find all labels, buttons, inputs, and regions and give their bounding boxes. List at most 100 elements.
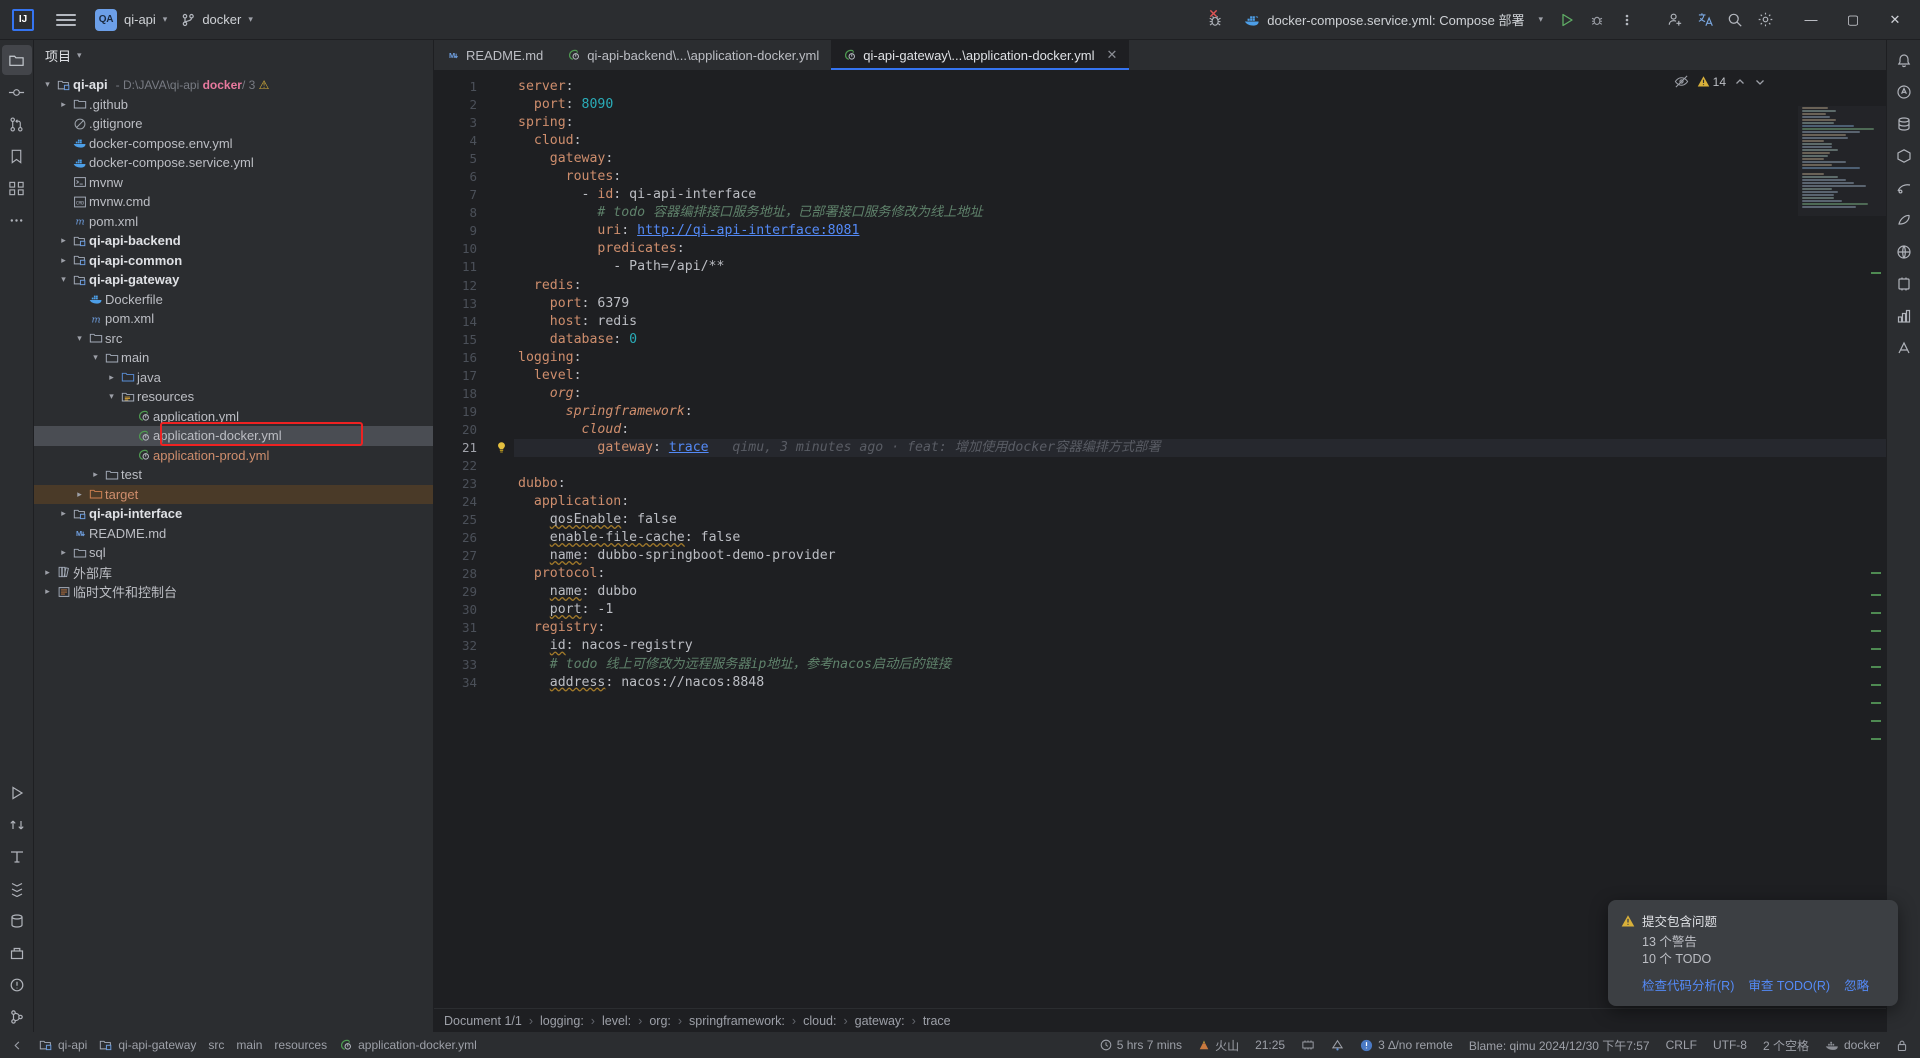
code-line[interactable]: dubbo: (514, 475, 1886, 493)
plugins-icon[interactable] (1889, 269, 1919, 299)
debug-error-icon[interactable] (1205, 5, 1235, 35)
code-line[interactable]: id: nacos-registry (514, 637, 1886, 655)
tree-node-java[interactable]: ▸ java (34, 368, 433, 388)
code-line[interactable]: cloud: (514, 421, 1886, 439)
line-separator[interactable]: CRLF (1660, 1034, 1703, 1056)
tree-node-src[interactable]: ▾ src (34, 329, 433, 349)
tree-node-[interactable]: ▸ 临时文件和控制台 (34, 582, 433, 602)
tree-node-sql[interactable]: ▸ sql (34, 543, 433, 563)
tree-node-mvnw[interactable]: ▸mvnw (34, 173, 433, 193)
run-icon[interactable] (1552, 5, 1582, 35)
more-tools-icon[interactable] (2, 205, 32, 235)
git-icon[interactable] (2, 1002, 32, 1032)
database-icon[interactable] (1889, 109, 1919, 139)
code-line[interactable]: gateway: trace qimu, 3 minutes ago · fea… (514, 438, 1886, 457)
tree-node-pom.xml[interactable]: ▸mpom.xml (34, 212, 433, 232)
inspection-eye-off-icon[interactable] (1674, 74, 1689, 89)
code-line[interactable]: protocol: (514, 565, 1886, 583)
code-line[interactable]: - Path=/api/** (514, 258, 1886, 276)
tree-node-qi-api[interactable]: ▾ qi-api - D:\JAVA\qi-api docker/ 3 ⚠ (34, 75, 433, 95)
editor-minimap[interactable] (1798, 106, 1886, 216)
blame-status[interactable]: Blame: qimu 2024/12/30 下午7:57 (1463, 1034, 1656, 1056)
lock-status[interactable] (1890, 1034, 1914, 1056)
code-line[interactable]: application: (514, 493, 1886, 511)
project-panel-header[interactable]: 项目 ▾ (34, 40, 433, 70)
code-line[interactable]: registry: (514, 619, 1886, 637)
terminal-tool-icon[interactable] (2, 842, 32, 872)
profiler-icon[interactable] (1889, 301, 1919, 331)
editor-tab[interactable]: M README.md (434, 40, 555, 70)
breadcrumb-item[interactable]: level: (602, 1014, 631, 1028)
code-line[interactable]: routes: (514, 168, 1886, 186)
code-line[interactable]: org: (514, 385, 1886, 403)
chevron-right-icon[interactable]: ▸ (73, 489, 86, 500)
hamburger-menu-icon[interactable] (56, 13, 76, 26)
review-inspections-link[interactable]: 检查代码分析(R) (1642, 975, 1734, 994)
run-configuration-selector[interactable]: docker-compose.service.yml: Compose 部署 ▾ (1235, 6, 1552, 34)
font-size-icon[interactable] (1889, 333, 1919, 363)
chevron-right-icon[interactable]: ▸ (57, 255, 70, 266)
code-line[interactable]: cloud: (514, 132, 1886, 150)
statusbar-src-crumb[interactable]: src (202, 1034, 230, 1056)
warning-count[interactable]: 14 (1697, 75, 1726, 89)
time-tracker[interactable]: 5 hrs 7 mins (1094, 1034, 1188, 1056)
tree-node-docker-compose.service.yml[interactable]: ▸docker-compose.service.yml (34, 153, 433, 173)
code-editor[interactable]: 1 2 3 4 5 6 7 8 9 10 11 12 13 14 15 16 17 18 19 20 21 22 23 24 2… (434, 70, 1886, 1008)
code-line[interactable]: port: -1 (514, 601, 1886, 619)
chevron-right-icon[interactable]: ▸ (105, 372, 118, 383)
intention-bulb-icon[interactable] (488, 439, 514, 457)
build-icon[interactable] (2, 938, 32, 968)
tree-node-test[interactable]: ▸ test (34, 465, 433, 485)
code-line[interactable]: qosEnable: false (514, 511, 1886, 529)
review-todos-link[interactable]: 审查 TODO(R) (1748, 975, 1830, 994)
code-line[interactable]: level: (514, 367, 1886, 385)
version-control-icon[interactable] (2, 810, 32, 840)
translate-icon[interactable] (1690, 5, 1720, 35)
maximize-button[interactable]: ▢ (1832, 0, 1874, 40)
search-icon[interactable] (1720, 5, 1750, 35)
tree-node-[interactable]: ▸ 外部库 (34, 563, 433, 583)
chevron-up-icon[interactable] (1734, 76, 1746, 88)
code-line[interactable]: gateway: (514, 150, 1886, 168)
code-line[interactable]: name: dubbo-springboot-demo-provider (514, 547, 1886, 565)
breadcrumb-item[interactable]: cloud: (803, 1014, 836, 1028)
volcano-plugin[interactable]: 火山 (1192, 1034, 1245, 1056)
tree-node-qi-api-backend[interactable]: ▸ qi-api-backend (34, 231, 433, 251)
project-selector[interactable]: QA qi-api ▾ (88, 5, 174, 35)
breadcrumb-item[interactable]: gateway: (855, 1014, 905, 1028)
tree-node-readme.md[interactable]: ▸MREADME.md (34, 524, 433, 544)
inspection-level[interactable] (1325, 1034, 1350, 1056)
project-tool-icon[interactable] (1, 45, 32, 75)
code-line[interactable] (514, 457, 1886, 475)
pull-requests-icon[interactable] (2, 109, 32, 139)
code-line[interactable]: logging: (514, 349, 1886, 367)
database-tool-icon[interactable] (2, 906, 32, 936)
debug-icon[interactable] (1582, 5, 1612, 35)
services-icon[interactable] (2, 874, 32, 904)
chevron-down-icon[interactable]: ▾ (57, 274, 70, 285)
gutter-hint-column[interactable] (488, 70, 514, 1008)
editor-tab[interactable]: qi-api-backend\...\application-docker.ym… (555, 40, 831, 70)
add-user-icon[interactable] (1660, 5, 1690, 35)
close-icon[interactable]: ✕ (1106, 47, 1117, 63)
chevron-right-icon[interactable]: ▸ (41, 567, 54, 578)
code-line[interactable]: name: dubbo (514, 583, 1886, 601)
chevron-down-icon[interactable]: ▾ (89, 352, 102, 363)
tree-node-resources[interactable]: ▾ resources (34, 387, 433, 407)
file-encoding[interactable]: UTF-8 (1707, 1034, 1753, 1056)
maven-icon[interactable] (1889, 141, 1919, 171)
project-tree[interactable]: ▾ qi-api - D:\JAVA\qi-api docker/ 3 ⚠ ▸ .git… (34, 70, 433, 1032)
run-tool-icon[interactable] (2, 778, 32, 808)
code-line[interactable]: port: 8090 (514, 96, 1886, 114)
chevron-right-icon[interactable]: ▸ (57, 547, 70, 558)
chevron-down-icon[interactable]: ▾ (41, 79, 54, 90)
chevron-right-icon[interactable]: ▸ (57, 99, 70, 110)
chevron-right-icon[interactable]: ▸ (41, 586, 54, 597)
tree-node-qi-api-interface[interactable]: ▸ qi-api-interface (34, 504, 433, 524)
indent-setting[interactable]: 2 个空格 (1757, 1034, 1815, 1056)
tree-node-dockerfile[interactable]: ▸Dockerfile (34, 290, 433, 310)
commit-problems-notification[interactable]: 提交包含问题 13 个警告 10 个 TODO 检查代码分析(R) 审查 TOD… (1608, 900, 1898, 1006)
code-line[interactable]: address: nacos://nacos:8848 (514, 674, 1886, 692)
code-line[interactable]: # todo 线上可修改为远程服务器ip地址，参考nacos启动后的链接 (514, 656, 1886, 674)
problems-icon[interactable] (2, 970, 32, 1000)
